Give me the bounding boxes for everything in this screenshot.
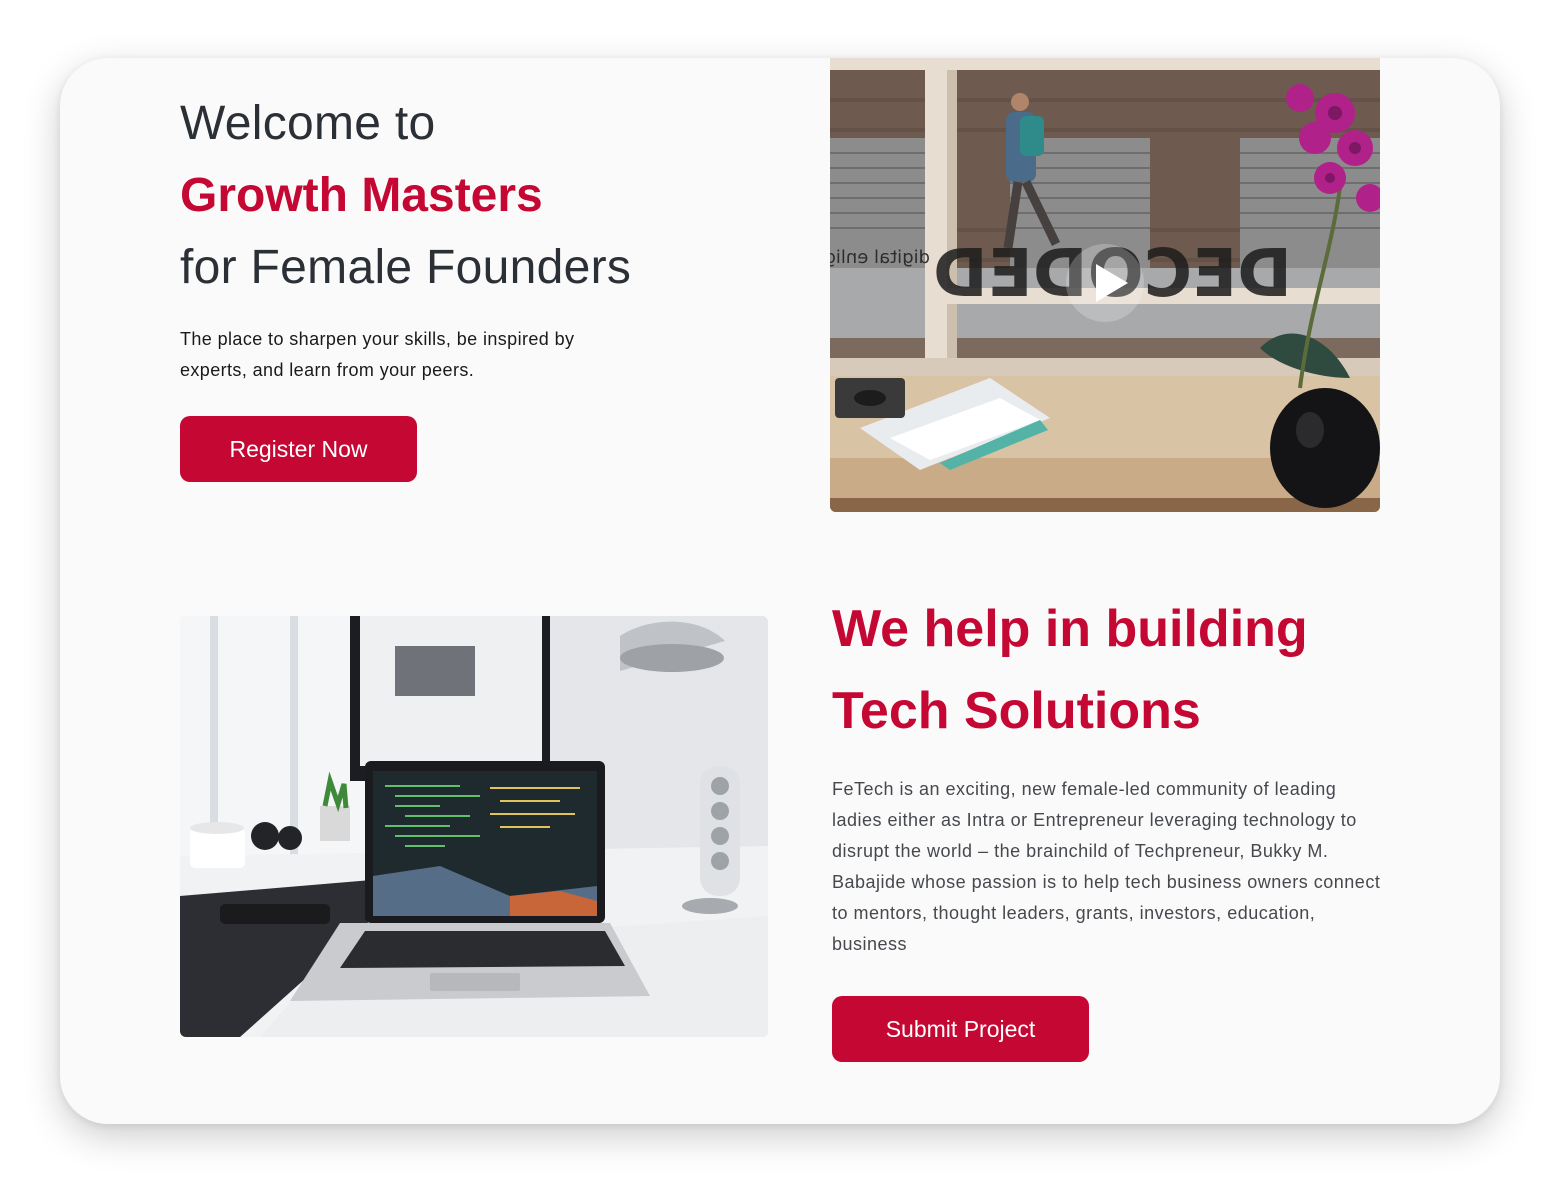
content-card: Welcome to Growth Masters for Female Fou…: [60, 58, 1500, 1124]
laptop-desk-image: [180, 616, 768, 1037]
play-icon[interactable]: [1066, 244, 1144, 322]
tech-heading-line1: We help in building: [832, 600, 1308, 658]
workspace-image: [180, 616, 768, 1037]
hero-subtitle: for Female Founders: [180, 241, 632, 294]
video-thumbnail[interactable]: DECODED digital enlight: [830, 58, 1380, 512]
submit-project-button[interactable]: Submit Project: [832, 996, 1089, 1062]
hero-brand: Growth Masters: [180, 169, 543, 222]
hero-section: Welcome to Growth Masters for Female Fou…: [180, 88, 740, 386]
tech-section: We help in building Tech Solutions FeTec…: [832, 588, 1392, 960]
hero-lede: The place to sharpen your skills, be ins…: [180, 329, 575, 380]
window-small-lettering: digital enlight: [830, 247, 930, 268]
hero-welcome: Welcome to: [180, 97, 436, 150]
tech-heading-line2: Tech Solutions: [832, 682, 1201, 740]
register-now-button[interactable]: Register Now: [180, 416, 417, 482]
tech-description: FeTech is an exciting, new female-led co…: [832, 779, 1381, 954]
